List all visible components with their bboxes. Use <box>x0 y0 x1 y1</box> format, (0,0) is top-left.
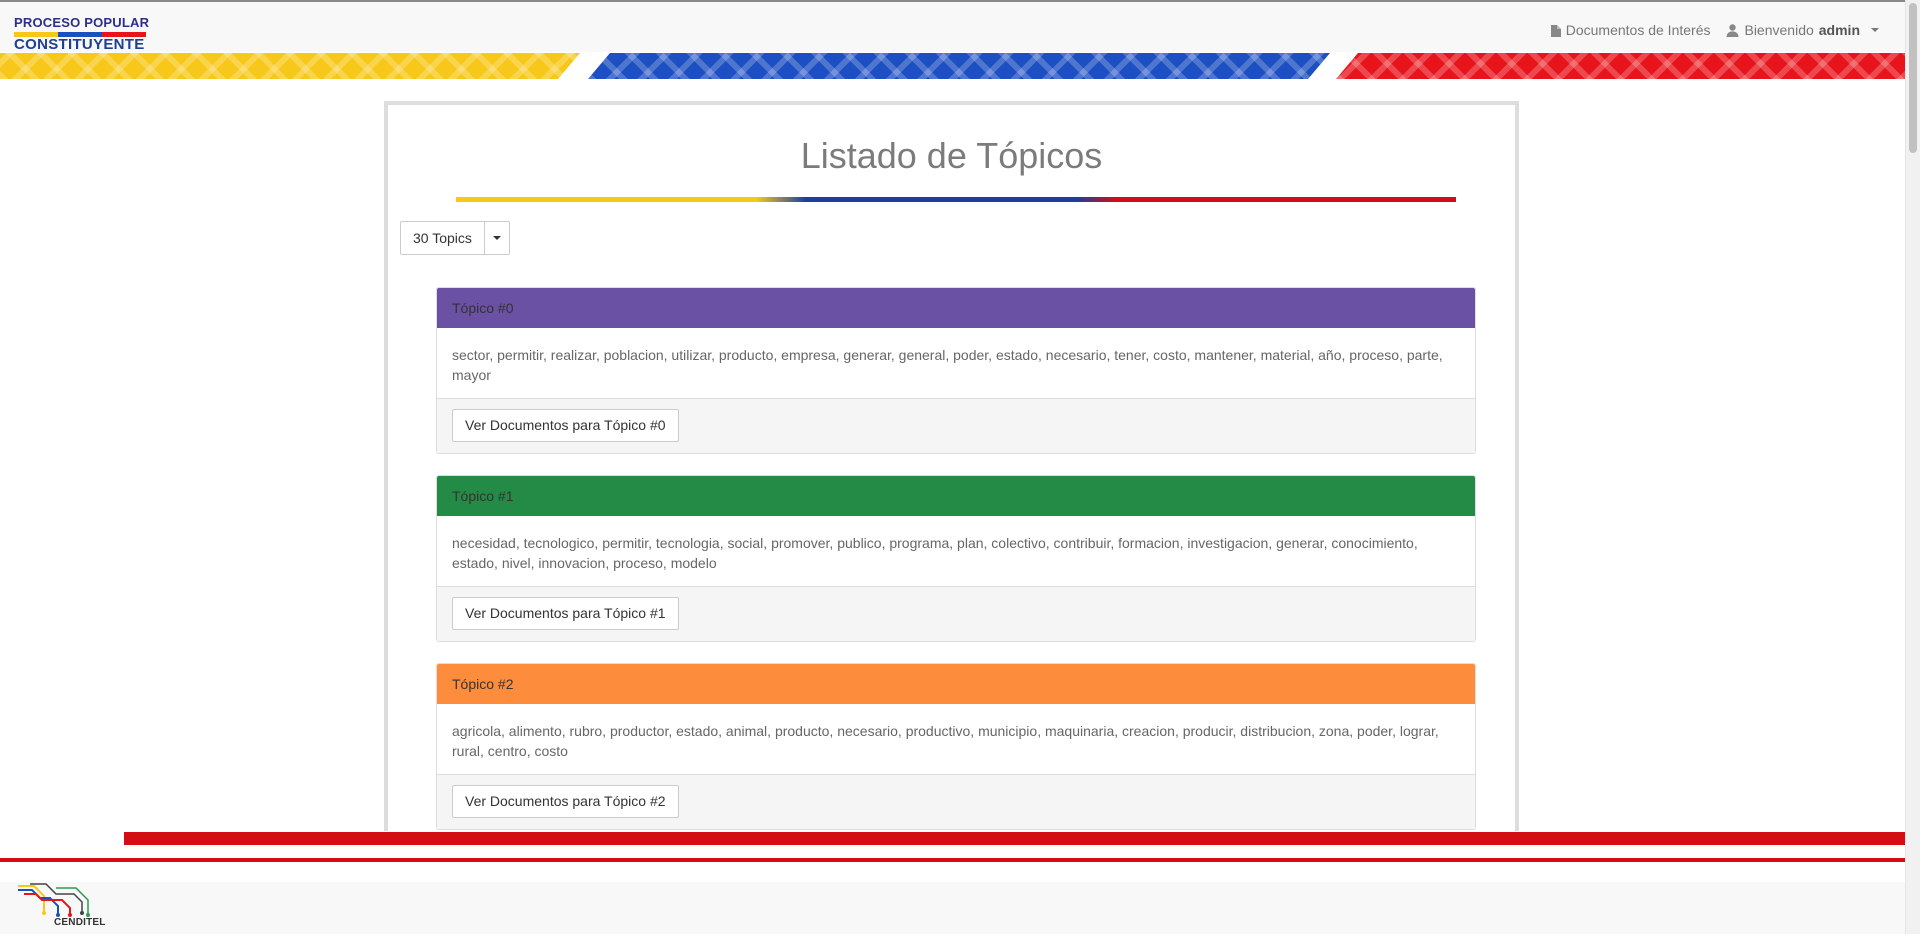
flag-banner <box>0 53 1905 79</box>
topic-count-select[interactable]: 30 Topics <box>400 221 510 255</box>
username: admin <box>1818 22 1860 38</box>
page-scrollbar[interactable] <box>1905 0 1920 934</box>
topic-footer: Ver Documentos para Tópico #1 <box>437 587 1475 641</box>
view-documents-button[interactable]: Ver Documentos para Tópico #0 <box>452 409 679 442</box>
welcome-label: Bienvenido <box>1744 22 1814 38</box>
logo-line-2: CONSTITUYENTE <box>14 36 145 53</box>
chevron-down-icon <box>492 236 501 240</box>
page-title: Listado de Tópicos <box>800 135 1103 176</box>
user-menu[interactable]: Bienvenido admin <box>1726 22 1879 38</box>
cenditel-logo[interactable]: CENDITEL <box>16 882 108 934</box>
view-documents-button[interactable]: Ver Documentos para Tópico #1 <box>452 597 679 630</box>
topic-footer: Ver Documentos para Tópico #2 <box>437 775 1475 829</box>
topic-card: Tópico #2 agricola, alimento, rubro, pro… <box>436 663 1476 830</box>
topic-card: Tópico #0 sector, permitir, realizar, po… <box>436 287 1476 454</box>
topic-header: Tópico #1 <box>437 476 1475 516</box>
user-icon <box>1726 23 1739 37</box>
topic-card: Tópico #1 necesidad, tecnologico, permit… <box>436 475 1476 642</box>
documents-link[interactable]: Documentos de Interés <box>1550 22 1711 38</box>
flag-band-red <box>1336 53 1905 79</box>
constituyente-logo[interactable]: PROCESO POPULAR CONSTITUYENTE <box>14 15 150 54</box>
scrollbar-thumb[interactable] <box>1909 3 1917 153</box>
topic-words: sector, permitir, realizar, poblacion, u… <box>437 328 1475 399</box>
top-navbar: PROCESO POPULAR CONSTITUYENTE Documentos… <box>0 2 1905 54</box>
main-panel: Listado de Tópicos 30 Topics Tópico #0 s… <box>384 101 1519 831</box>
topic-words: necesidad, tecnologico, permitir, tecnol… <box>437 516 1475 587</box>
topic-header: Tópico #2 <box>437 664 1475 704</box>
cenditel-logo-text: CENDITEL <box>54 917 106 928</box>
topic-count-label[interactable]: 30 Topics <box>401 222 485 254</box>
topic-footer: Ver Documentos para Tópico #0 <box>437 399 1475 453</box>
flag-band-blue <box>588 53 1330 79</box>
footer-red-bar <box>124 832 1905 845</box>
view-documents-button[interactable]: Ver Documentos para Tópico #2 <box>452 785 679 818</box>
document-icon <box>1550 24 1561 37</box>
topic-words: agricola, alimento, rubro, productor, es… <box>437 704 1475 775</box>
footer-red-line <box>0 858 1905 862</box>
flag-band-yellow <box>0 53 580 79</box>
footer: CENDITEL <box>0 882 1905 934</box>
navbar-right: Documentos de Interés Bienvenido admin <box>1550 22 1879 38</box>
topic-count-toggle[interactable] <box>485 222 509 254</box>
logo-line-1: PROCESO POPULAR <box>14 15 150 30</box>
documents-label: Documentos de Interés <box>1565 22 1711 38</box>
chevron-down-icon <box>1871 28 1879 32</box>
title-underline <box>456 197 1456 202</box>
topic-header: Tópico #0 <box>437 288 1475 328</box>
